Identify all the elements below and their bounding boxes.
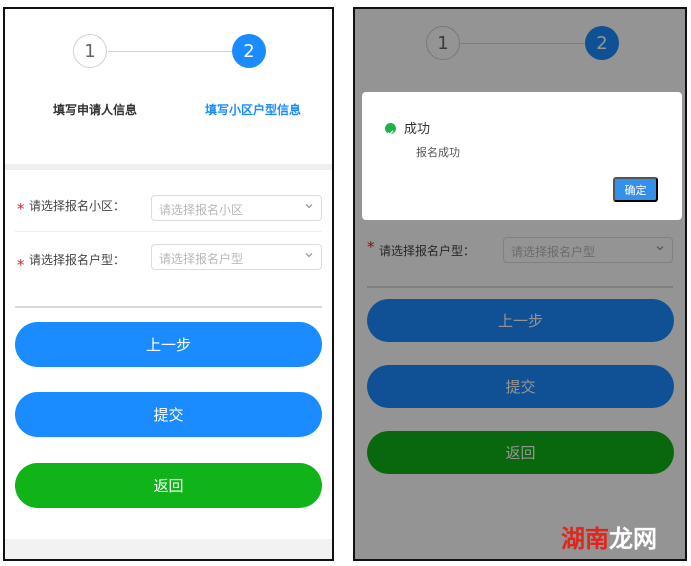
back-button[interactable]: 返回 bbox=[15, 463, 322, 508]
step-1-circle: 1 bbox=[73, 34, 107, 68]
confirm-button[interactable]: 确定 bbox=[613, 177, 658, 202]
watermark-logo: 湖南龙网 bbox=[561, 525, 657, 553]
step-indicator: 1 2 填写申请人信息 填写小区户型信息 bbox=[5, 9, 332, 164]
form-bottom-divider bbox=[15, 306, 322, 308]
required-mark: * bbox=[17, 200, 25, 218]
community-placeholder: 请选择报名小区 bbox=[159, 203, 244, 217]
house-type-label: 请选择报名户型： bbox=[29, 253, 126, 267]
submit-button[interactable]: 提交 bbox=[15, 392, 322, 437]
step-2-label: 填写小区户型信息 bbox=[205, 103, 302, 117]
house-type-placeholder: 请选择报名户型 bbox=[159, 252, 244, 266]
step-1-label: 填写申请人信息 bbox=[53, 103, 138, 117]
form-screen: 1 2 填写申请人信息 填写小区户型信息 * 请选择报名小区： 请选择报名小区 … bbox=[3, 7, 334, 561]
community-row: * 请选择报名小区： 请选择报名小区 bbox=[15, 170, 322, 232]
chevron-down-icon bbox=[305, 204, 313, 209]
prev-step-button[interactable]: 上一步 bbox=[15, 322, 322, 367]
success-screen: 1 2 * 请选择报名户型： 请选择报名户型 上一步 提交 返回 成功 报名成功… bbox=[353, 7, 687, 561]
step-2-circle: 2 bbox=[232, 34, 266, 68]
community-select[interactable]: 请选择报名小区 bbox=[151, 195, 322, 221]
dialog-message: 报名成功 bbox=[416, 146, 460, 159]
step-connector bbox=[108, 51, 232, 52]
dialog-title: 成功 bbox=[404, 122, 431, 137]
house-type-row: * 请选择报名户型： 请选择报名户型 bbox=[15, 232, 322, 294]
success-dialog: 成功 报名成功 确定 bbox=[362, 92, 682, 220]
page-footer bbox=[5, 539, 332, 559]
community-label: 请选择报名小区： bbox=[29, 199, 126, 213]
chevron-down-icon bbox=[305, 253, 313, 258]
success-check-icon bbox=[385, 123, 396, 136]
required-mark: * bbox=[17, 256, 25, 274]
selection-form: * 请选择报名小区： 请选择报名小区 * 请选择报名户型： 请选择报名户型 bbox=[5, 170, 332, 294]
house-type-select[interactable]: 请选择报名户型 bbox=[151, 244, 322, 270]
